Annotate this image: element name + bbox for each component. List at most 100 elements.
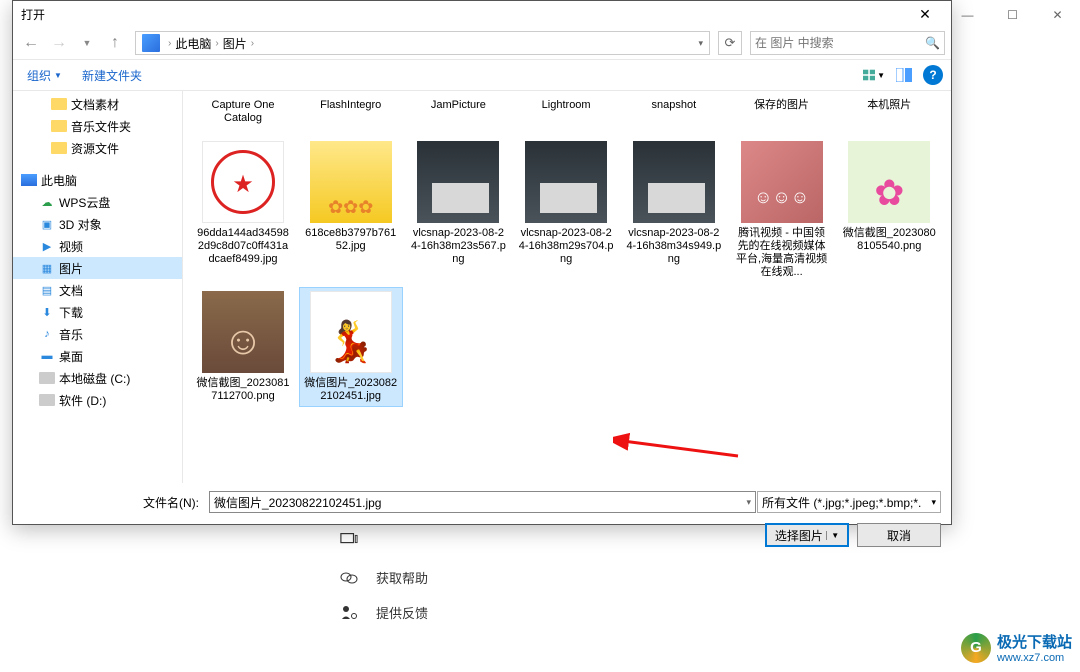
sidebar-item-资源文件[interactable]: 资源文件 [13,137,182,159]
sidebar-item-label: 音乐 [59,326,83,343]
watermark-url: www.xz7.com [997,652,1072,664]
close-button[interactable]: ✕ [1035,1,1080,29]
file-item[interactable]: 微信截图_20230808105540.png [837,137,941,283]
dialog-titlebar: 打开 ✕ [13,1,951,27]
maximize-button[interactable]: ☐ [990,1,1035,29]
back-button[interactable]: ← [19,31,43,55]
folder-label: Capture One Catalog [195,99,291,125]
sidebar-item-label: 本地磁盘 (C:) [59,370,130,387]
recent-dropdown[interactable]: ▼ [75,31,99,55]
folder-item[interactable]: 本机照片 [837,95,941,129]
preview-pane-button[interactable] [893,65,915,85]
file-item[interactable]: 腾讯视频 - 中国领先的在线视频媒体平台,海量高清视频在线观... [730,137,834,283]
sidebar-item-音乐文件夹[interactable]: 音乐文件夹 [13,115,182,137]
file-thumbnail [310,141,392,223]
watermark: G 极光下载站 www.xz7.com [961,631,1072,664]
organize-button[interactable]: 组织 ▼ [21,65,68,86]
folder-item[interactable]: snapshot [622,95,726,129]
pc-icon [142,34,160,52]
forward-button[interactable]: → [47,31,71,55]
file-name: 96dda144ad345982d9c8d07c0ff431adcaef8499… [195,227,291,266]
folder-label: FlashIntegro [320,99,381,112]
sidebar: 文档素材音乐文件夹资源文件此电脑 ☁WPS云盘▣3D 对象▶视频▦图片▤文档⬇下载… [13,91,183,483]
chevron-right-icon: › [164,38,175,49]
help-button[interactable]: ? [923,65,943,85]
sidebar-item-软件 (D:)[interactable]: 软件 (D:) [13,389,182,411]
filename-input[interactable] [209,491,756,513]
sidebar-item-label: WPS云盘 [59,194,110,211]
chevron-right-icon: › [247,38,258,49]
folder-row: Capture One Catalog FlashIntegro JamPictur… [191,95,943,129]
sidebar-item-视频[interactable]: ▶视频 [13,235,182,257]
sidebar-item-文档[interactable]: ▤文档 [13,279,182,301]
new-folder-button[interactable]: 新建文件夹 [76,65,148,86]
breadcrumb-folder[interactable]: 图片 [223,35,247,52]
folder-item[interactable]: Capture One Catalog [191,95,295,129]
file-thumbnail [633,141,715,223]
sidebar-item-label: 此电脑 [41,172,77,189]
file-name: vlcsnap-2023-08-24-16h38m29s704.png [518,227,614,266]
file-item[interactable]: 96dda144ad345982d9c8d07c0ff431adcaef8499… [191,137,295,283]
refresh-button[interactable]: ⟳ [718,31,742,55]
file-item[interactable]: vlcsnap-2023-08-24-16h38m29s704.png [514,137,618,283]
open-button[interactable]: 选择图片 ▼ [765,523,849,547]
search-icon[interactable]: 🔍 [925,36,940,50]
folder-label: snapshot [652,99,697,112]
bg-help-item[interactable]: 获取帮助 [340,568,428,587]
up-button[interactable]: ↑ [103,31,127,55]
folder-item[interactable]: Lightroom [514,95,618,129]
search-input[interactable] [755,36,925,50]
dialog-bottom: 文件名(N): ▾ 所有文件 (*.jpg;*.jpeg;*.bmp;*. ▾ … [13,483,951,555]
folder-label: JamPicture [431,99,486,112]
dialog-body: 文档素材音乐文件夹资源文件此电脑 ☁WPS云盘▣3D 对象▶视频▦图片▤文档⬇下载… [13,91,951,483]
file-item[interactable]: vlcsnap-2023-08-24-16h38m23s567.png [406,137,510,283]
file-area[interactable]: Capture One Catalog FlashIntegro JamPictur… [183,91,951,483]
file-thumbnail [848,141,930,223]
file-item[interactable]: vlcsnap-2023-08-24-16h38m34s949.png [622,137,726,283]
breadcrumb-root[interactable]: 此电脑 [175,35,211,52]
folder-item[interactable]: 保存的图片 [730,95,834,129]
filetype-select[interactable]: 所有文件 (*.jpg;*.jpeg;*.bmp;*. ▾ [757,491,941,513]
file-name: 微信截图_20230808105540.png [841,227,937,253]
file-item[interactable]: 微信图片_20230822102451.jpg [299,287,403,407]
sidebar-item-音乐[interactable]: ♪音乐 [13,323,182,345]
bg-feedback-label: 提供反馈 [376,603,428,622]
breadcrumb-dropdown-icon[interactable]: ▾ [694,38,707,49]
file-grid: 96dda144ad345982d9c8d07c0ff431adcaef8499… [191,137,943,407]
sidebar-item-图片[interactable]: ▦图片 [13,257,182,279]
file-name: 微信截图_20230817112700.png [195,377,291,403]
file-name: 腾讯视频 - 中国领先的在线视频媒体平台,海量高清视频在线观... [734,227,830,279]
file-item[interactable]: 618ce8b3797b76152.jpg [299,137,403,283]
sidebar-item-此电脑[interactable]: 此电脑 [13,169,182,191]
file-thumbnail [525,141,607,223]
watermark-name: 极光下载站 [997,631,1072,652]
sidebar-item-桌面[interactable]: ▬桌面 [13,345,182,367]
folder-item[interactable]: FlashIntegro [299,95,403,129]
sidebar-item-3D 对象[interactable]: ▣3D 对象 [13,213,182,235]
sidebar-item-本地磁盘 (C:)[interactable]: 本地磁盘 (C:) [13,367,182,389]
file-thumbnail [202,291,284,373]
annotation-arrow-1 [613,426,743,466]
sidebar-item-label: 3D 对象 [59,216,102,233]
file-name: 微信图片_20230822102451.jpg [303,377,399,403]
folder-label: Lightroom [542,99,591,112]
sidebar-item-下载[interactable]: ⬇下载 [13,301,182,323]
bg-feedback-item[interactable]: 提供反馈 [340,603,428,622]
view-mode-button[interactable]: ▼ [863,65,885,85]
search-box[interactable]: 🔍 [750,31,945,55]
chevron-right-icon: › [211,38,222,49]
sidebar-item-文档素材[interactable]: 文档素材 [13,93,182,115]
sidebar-item-label: 图片 [59,260,83,277]
file-thumbnail [741,141,823,223]
sidebar-item-WPS云盘[interactable]: ☁WPS云盘 [13,191,182,213]
cancel-button[interactable]: 取消 [857,523,941,547]
sidebar-item-label: 下载 [59,304,83,321]
folder-label: 保存的图片 [754,99,809,112]
file-item[interactable]: 微信截图_20230817112700.png [191,287,295,407]
feedback-icon [340,604,358,622]
breadcrumb[interactable]: › 此电脑 › 图片 › ▾ [135,31,710,55]
close-icon[interactable]: ✕ [905,2,945,26]
file-thumbnail [310,291,392,373]
toolbar: 组织 ▼ 新建文件夹 ▼ ? [13,59,951,91]
folder-item[interactable]: JamPicture [406,95,510,129]
